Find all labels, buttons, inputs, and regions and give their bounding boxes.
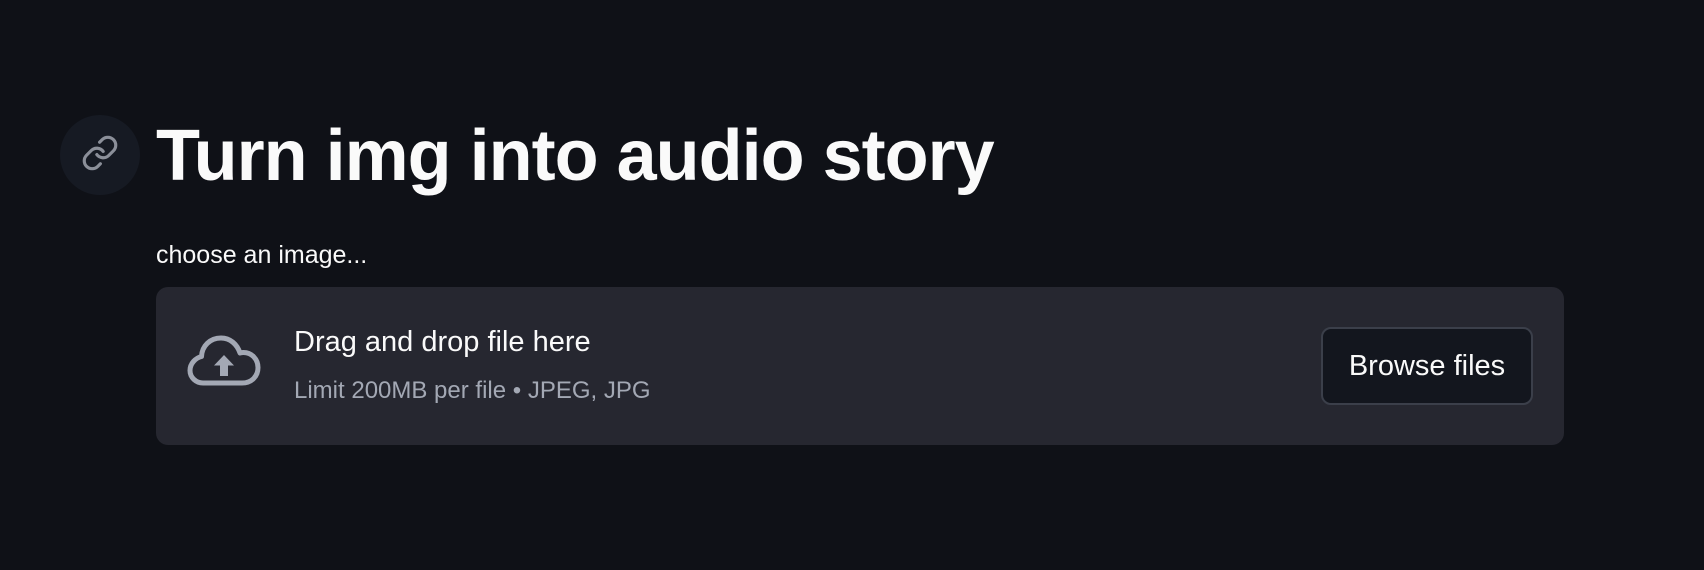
file-dropzone[interactable]: Drag and drop file here Limit 200MB per … (156, 287, 1564, 445)
dropzone-drag-text: Drag and drop file here (294, 326, 591, 358)
cloud-upload-icon (186, 331, 262, 395)
browse-files-button[interactable]: Browse files (1321, 327, 1533, 405)
link-icon (81, 134, 119, 177)
dropzone-instructions: Drag and drop file here Limit 200MB per … (294, 323, 651, 407)
dropzone-limit-text: Limit 200MB per file • JPEG, JPG (294, 377, 651, 404)
file-uploader-label: choose an image... (156, 241, 368, 269)
page-title: Turn img into audio story (156, 116, 995, 196)
app-page: Turn img into audio story choose an imag… (0, 0, 1704, 570)
heading-anchor-link[interactable] (60, 115, 140, 195)
